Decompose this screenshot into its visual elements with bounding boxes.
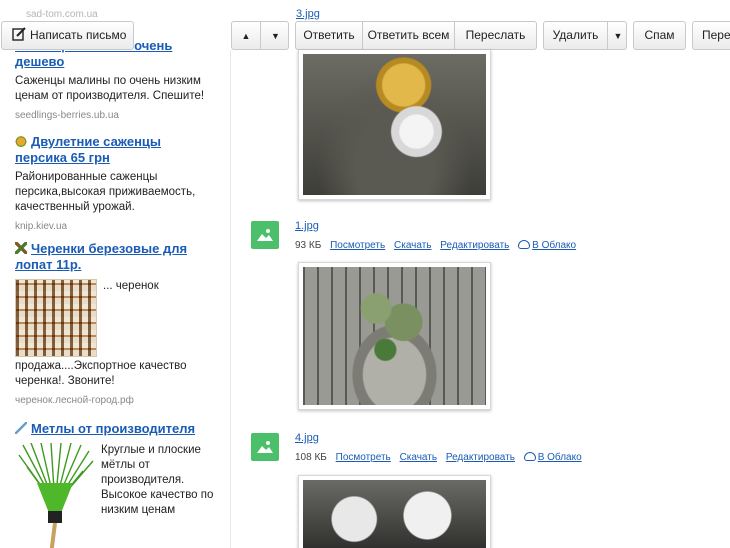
cloud-link-2[interactable]: В Облако — [523, 452, 582, 463]
reply-group: Ответить Ответить всем Переслать — [295, 21, 537, 50]
ad-title-brooms[interactable]: Метлы от производителя — [15, 421, 215, 437]
tree-icon — [15, 242, 27, 254]
cloud-icon — [518, 240, 531, 249]
edit-link-2[interactable]: Редактировать — [446, 452, 515, 463]
spam-button[interactable]: Спам — [633, 21, 686, 50]
reply-button[interactable]: Ответить — [296, 22, 363, 49]
attachment-name-2[interactable]: 4.jpg — [295, 432, 319, 444]
move-button[interactable]: Пере — [692, 21, 730, 50]
view-link-1[interactable]: Посмотреть — [330, 240, 385, 251]
attachment-thumbnail-3[interactable] — [298, 50, 491, 200]
ad-shovel-handles: Черенки березовые для лопат 11р. ... чер… — [15, 241, 215, 406]
attachment-thumbnail-4[interactable] — [298, 475, 491, 548]
ad-image-shovel-handles[interactable] — [15, 279, 97, 357]
edit-link-1[interactable]: Редактировать — [440, 240, 509, 251]
peach-icon — [15, 135, 27, 147]
photo-cactus-pot — [303, 267, 486, 405]
cloud-link-1[interactable]: В Облако — [518, 240, 576, 251]
view-link-2[interactable]: Посмотреть — [336, 452, 391, 463]
cloud-icon — [523, 452, 536, 461]
divider — [230, 50, 231, 548]
ad-column: sad-tom.com.ua Саженцы малины очень деше… — [0, 0, 222, 548]
delete-group: Удалить ▼ — [543, 21, 627, 50]
reply-all-button[interactable]: Ответить всем — [363, 22, 455, 49]
mail-toolbar: Написать письмо ▲ ▼ Ответить Ответить вс… — [0, 21, 730, 50]
download-link-1[interactable]: Скачать — [394, 240, 432, 251]
attachment-thumbnail-1[interactable] — [298, 262, 491, 410]
forward-button[interactable]: Переслать — [455, 22, 536, 49]
ad-peach: Двулетние саженцы персика 65 грн Районир… — [15, 134, 215, 232]
ad-url-top[interactable]: sad-tom.com.ua — [26, 9, 98, 20]
attachment-meta-2: 108 КБ Посмотреть Скачать Редактировать … — [295, 452, 582, 463]
download-link-2[interactable]: Скачать — [400, 452, 438, 463]
ad-url-raspberry[interactable]: seedlings-berries.ub.ua — [15, 110, 215, 121]
photo-cactus-coin — [303, 54, 486, 195]
compose-button[interactable]: Написать письмо — [1, 21, 134, 50]
delete-dropdown-button[interactable]: ▼ — [608, 22, 626, 49]
image-file-icon — [251, 221, 279, 249]
broom-icon — [15, 422, 27, 434]
prev-message-button[interactable]: ▲ — [232, 22, 261, 49]
photo-white-cacti — [303, 480, 486, 548]
ad-url-peach[interactable]: knip.kiev.ua — [15, 221, 215, 232]
image-file-icon — [251, 433, 279, 461]
ad-brooms: Метлы от производителя Круглые и плоские… — [15, 421, 215, 548]
ad-body-peach: Районированные саженцы персика,высокая п… — [15, 171, 196, 213]
attachment-meta-1: 93 КБ Посмотреть Скачать Редактировать В… — [295, 240, 576, 251]
attachment-name-top[interactable]: 3.jpg — [296, 8, 320, 20]
ad-body-raspberry: Саженцы малины по очень низким ценам от … — [15, 75, 205, 102]
ad-image-brooms[interactable] — [15, 442, 95, 548]
next-message-button[interactable]: ▼ — [261, 22, 288, 49]
attachment-name-1[interactable]: 1.jpg — [295, 220, 319, 232]
navigation-group: ▲ ▼ — [231, 21, 289, 50]
delete-button[interactable]: Удалить — [544, 22, 608, 49]
attachment-size-1: 93 КБ — [295, 240, 322, 251]
ad-title-shovel-handles[interactable]: Черенки березовые для лопат 11р. — [15, 241, 215, 273]
triangle-down-icon: ▼ — [271, 31, 280, 41]
ad-title-peach[interactable]: Двулетние саженцы персика 65 грн — [15, 134, 215, 166]
chevron-down-icon: ▼ — [613, 31, 623, 41]
ad-url-shovel-handles[interactable]: черенок.лесной-город.рф — [15, 395, 215, 406]
ad-body-shovel-handles: продажа....Экспортное качество черенка!.… — [15, 360, 187, 387]
triangle-up-icon: ▲ — [241, 31, 251, 41]
message-body: 3.jpg 1.jpg 93 КБ Посмотреть Скачать Ред… — [230, 8, 730, 548]
ad-raspberry: Саженцы малины очень дешево Саженцы мали… — [15, 38, 215, 121]
attachment-size-2: 108 КБ — [295, 452, 327, 463]
compose-icon — [12, 27, 26, 41]
